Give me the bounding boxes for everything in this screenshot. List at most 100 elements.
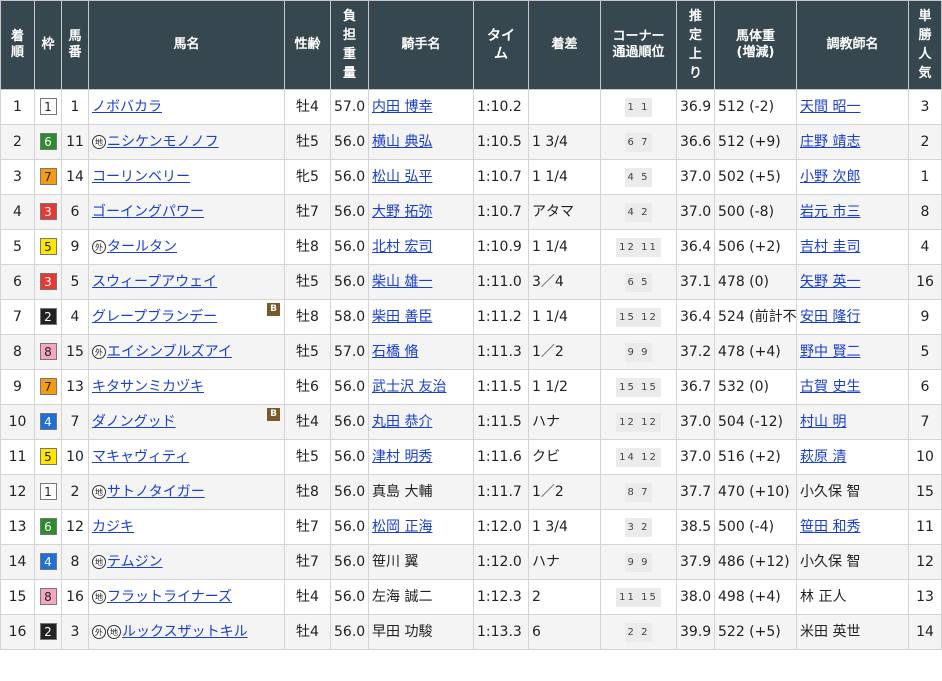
jockey-name[interactable]: 大野 拓弥 [372, 204, 432, 220]
result-body: 1 1 1 ノボバカラ 牡4 57.0 内田 博幸 1:10.2 1 1 36.… [0, 89, 942, 650]
trainer-name[interactable]: 萩原 清 [800, 449, 846, 465]
bodyweight-cell: 502 (+5) [714, 159, 797, 195]
jockey-name[interactable]: 柴山 雄一 [372, 274, 432, 290]
horse-name-link[interactable]: ダノングッド [92, 414, 176, 430]
horse-name-link[interactable]: タールタン [107, 239, 177, 255]
trainer-name[interactable]: 岩元 市三 [800, 204, 860, 220]
jockey-cell: 松山 弘平 [368, 159, 474, 195]
trainer-name[interactable]: 矢野 英一 [800, 274, 860, 290]
waku-cell: 6 [34, 124, 62, 160]
sexage-value: 牡7 [296, 518, 319, 535]
trainer-name[interactable]: 小野 次郎 [800, 169, 860, 185]
weight-value: 56.0 [334, 413, 366, 430]
jockey-name[interactable]: 内田 博幸 [372, 99, 432, 115]
bodyweight-value: 500 (-8) [718, 203, 775, 220]
horse-name-link[interactable]: マキャヴィティ [92, 449, 189, 465]
trainer-name[interactable]: 笹田 和秀 [800, 519, 860, 535]
margin-value: 1／2 [532, 343, 564, 360]
trainer-cell: 天間 昭一 [796, 89, 909, 125]
jockey-name[interactable]: 松山 弘平 [372, 169, 432, 185]
horse-name-link[interactable]: グレープブランデー [92, 309, 217, 325]
trainer-name[interactable]: 古賀 史生 [800, 379, 860, 395]
pop-value: 12 [916, 553, 934, 570]
rank-cell: 12 [0, 474, 35, 510]
horse-name-link[interactable]: ニシケンモノノフ [107, 134, 219, 150]
corner-value: 11 15 [616, 587, 661, 607]
bodyweight-value: 512 (-2) [718, 98, 775, 115]
horse-name-link[interactable]: スウィープアウェイ [92, 274, 217, 290]
time-cell: 1:11.7 [473, 474, 529, 510]
horse-marks: 地 [92, 554, 107, 570]
header-rank: 着順 [0, 0, 35, 90]
umaban-value: 13 [66, 378, 84, 395]
horse-name-link[interactable]: サトノタイガー [107, 484, 205, 500]
last3f-cell: 37.0 [676, 194, 715, 230]
horse-name-link[interactable]: ゴーイングパワー [92, 204, 204, 220]
jockey-name[interactable]: 横山 典弘 [372, 134, 432, 150]
pop-cell: 11 [908, 509, 942, 545]
time-cell: 1:11.6 [473, 439, 529, 475]
bodyweight-value: 478 (+4) [718, 343, 781, 360]
pop-cell: 6 [908, 369, 942, 405]
rank-cell: 2 [0, 124, 35, 160]
waku-cell: 8 [34, 334, 62, 370]
corner-value: 9 9 [624, 552, 653, 572]
race-result-table: 着順 枠 馬番 馬名 性齢 負担重量 騎手名 タイム 着差 コーナー通過順位 推… [0, 0, 942, 650]
header-time: タイム [473, 0, 529, 90]
umaban-value: 4 [70, 308, 80, 325]
rank-cell: 8 [0, 334, 35, 370]
umaban-value: 5 [70, 273, 80, 290]
trainer-name[interactable]: 野中 賢二 [800, 344, 860, 360]
trainer-name[interactable]: 村山 明 [800, 414, 846, 430]
jockey-name[interactable]: 北村 宏司 [372, 239, 432, 255]
horse-name-link[interactable]: カジキ [92, 519, 134, 535]
corner-value: 12 11 [616, 237, 661, 257]
header-corner: コーナー通過順位 [600, 0, 677, 90]
umaban-value: 1 [70, 98, 80, 115]
waku-badge: 4 [39, 553, 57, 570]
weight-value: 56.0 [334, 203, 366, 220]
time-value: 1:11.0 [477, 273, 522, 290]
pop-cell: 8 [908, 194, 942, 230]
horse-name-link[interactable]: フラットライナーズ [107, 589, 232, 605]
weight-value: 56.0 [334, 168, 366, 185]
sexage-cell: 牡5 [284, 124, 331, 160]
pop-cell: 16 [908, 264, 942, 300]
jockey-name[interactable]: 武士沢 友治 [372, 379, 446, 395]
table-row: 5 5 9 外タールタン 牡8 56.0 北村 宏司 1:10.9 1 1/4 … [0, 229, 942, 265]
horse-name-link[interactable]: ノボバカラ [92, 99, 162, 115]
last3f-value: 36.4 [680, 308, 712, 325]
jockey-name[interactable]: 柴田 善臣 [372, 309, 432, 325]
sexage-cell: 牡5 [284, 334, 331, 370]
umaban-cell: 9 [61, 229, 89, 265]
trainer-name[interactable]: 吉村 圭司 [800, 239, 860, 255]
jockey-cell: 柴田 善臣 [368, 299, 474, 335]
rank-value: 16 [8, 623, 27, 640]
jockey-name[interactable]: 津村 明秀 [372, 449, 432, 465]
trainer-cell: 岩元 市三 [796, 194, 909, 230]
horse-name-link[interactable]: ルックスザットキル [122, 624, 248, 640]
margin-value: 1 1/4 [532, 168, 568, 185]
margin-value: 1 1/2 [532, 378, 568, 395]
trainer-name: 小久保 智 [800, 483, 861, 500]
header-waku: 枠 [34, 0, 62, 90]
jockey-name[interactable]: 松岡 正海 [372, 519, 432, 535]
trainer-name[interactable]: 庄野 靖志 [800, 134, 860, 150]
waku-badge: 7 [39, 378, 57, 395]
horse-name-link[interactable]: テムジン [107, 554, 163, 570]
horse-name-link[interactable]: エイシンブルズアイ [107, 344, 232, 360]
header-weight-label: 負担重量 [342, 9, 356, 81]
horse-name-link[interactable]: キタサンミカヅキ [92, 379, 204, 395]
corner-value: 4 5 [624, 167, 653, 187]
jockey-name[interactable]: 丸田 恭介 [372, 414, 432, 430]
corner-cell: 9 9 [600, 334, 677, 370]
bodyweight-value: 512 (+9) [718, 133, 781, 150]
last3f-value: 36.9 [680, 98, 712, 115]
blinker-icon: B [267, 303, 280, 316]
trainer-name[interactable]: 安田 隆行 [800, 309, 860, 325]
trainer-name[interactable]: 天間 昭一 [800, 99, 860, 115]
horse-name-link[interactable]: コーリンベリー [92, 169, 190, 185]
jockey-name[interactable]: 石橋 脩 [372, 344, 418, 360]
rank-value: 12 [8, 483, 27, 500]
margin-value: 6 [532, 623, 541, 640]
